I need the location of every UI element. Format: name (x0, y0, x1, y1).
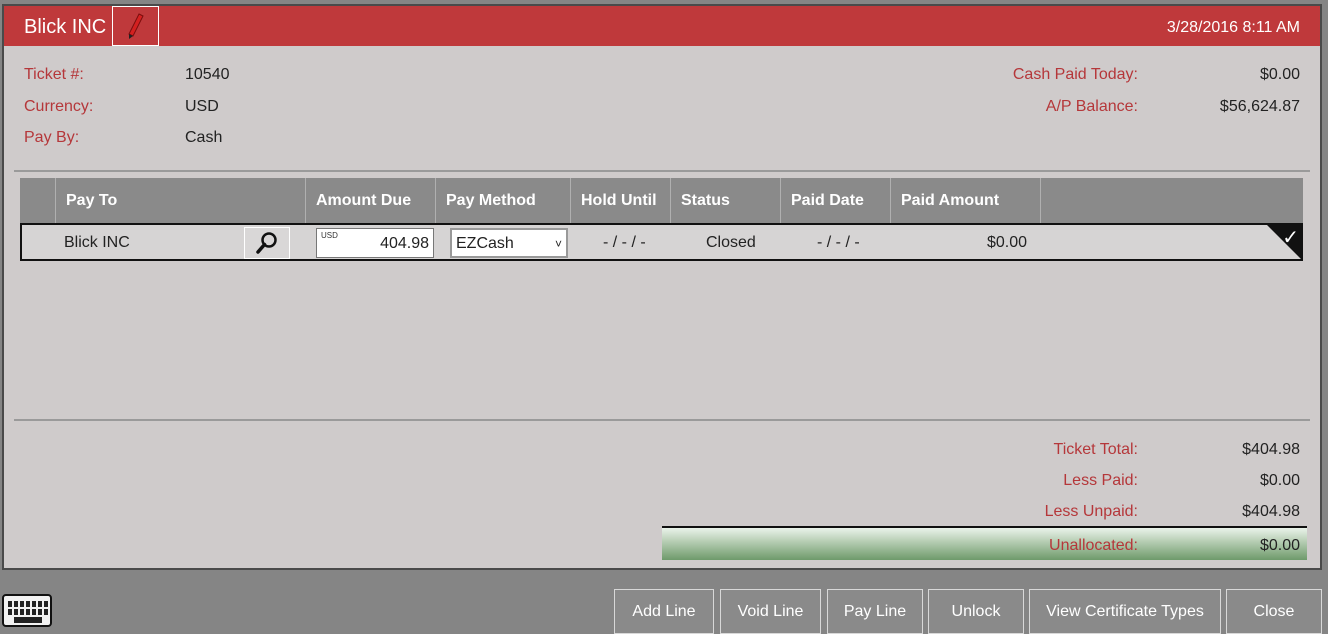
currency-label: Currency: (24, 98, 94, 115)
cash-paid-label: Cash Paid Today: (1012, 66, 1138, 83)
ticket-label: Ticket #: (24, 66, 84, 83)
ap-balance-label: A/P Balance: (1045, 98, 1138, 115)
datetime: 3/28/2016 8:11 AM (1166, 19, 1300, 36)
view-certificate-types-button[interactable]: View Certificate Types (1029, 589, 1221, 634)
payment-grid: Pay To Amount Due Pay Method Hold Until … (20, 178, 1303, 261)
ticket-total-value: $404.98 (1242, 441, 1300, 458)
grid-header: Pay To Amount Due Pay Method Hold Until … (20, 178, 1303, 223)
pencil-icon (127, 13, 144, 39)
check-icon: ✓ (1282, 227, 1299, 249)
less-unpaid-value: $404.98 (1242, 503, 1300, 520)
col-status[interactable]: Status (671, 178, 781, 223)
ticket-value: 10540 (185, 66, 230, 83)
table-row[interactable]: Blick INC USD 404.98 EZCash ˅ - / - / - … (20, 223, 1303, 261)
pay-method-value: EZCash (456, 235, 514, 252)
payby-label: Pay By: (24, 129, 80, 146)
grid-header-selector (20, 178, 56, 223)
col-pay-to[interactable]: Pay To (56, 178, 306, 223)
col-paid-amount[interactable]: Paid Amount (891, 178, 1041, 223)
col-pay-method[interactable]: Pay Method (436, 178, 571, 223)
pay-method-select[interactable]: EZCash ˅ (450, 228, 568, 258)
row-status: Closed (706, 234, 756, 251)
unlock-button[interactable]: Unlock (928, 589, 1024, 634)
cash-paid-value: $0.00 (1259, 66, 1300, 83)
vendor-title: Blick INC (24, 16, 107, 38)
search-icon (256, 232, 277, 254)
void-line-button[interactable]: Void Line (720, 589, 821, 634)
chevron-down-icon: ˅ (554, 237, 562, 251)
payby-value: Cash (185, 129, 223, 146)
ticket-total-label: Ticket Total: (1053, 441, 1138, 458)
keyboard-icon[interactable] (2, 594, 52, 627)
unallocated-label: Unallocated: (1049, 537, 1138, 554)
less-unpaid-label: Less Unpaid: (1044, 503, 1138, 520)
pay-line-button[interactable]: Pay Line (827, 589, 923, 634)
unallocated-bar (662, 526, 1307, 560)
ap-balance-value: $56,624.87 (1219, 98, 1300, 115)
col-amount-due[interactable]: Amount Due (306, 178, 436, 223)
row-paid-amount: $0.00 (987, 234, 1028, 251)
keyboard-keys (8, 601, 48, 623)
amount-currency: USD (321, 231, 338, 240)
divider (14, 170, 1310, 172)
row-paid-date: - / - / - (817, 234, 860, 251)
col-hold-until[interactable]: Hold Until (571, 178, 671, 223)
divider (14, 419, 1310, 421)
currency-value: USD (185, 98, 219, 115)
row-hold-until: - / - / - (603, 234, 646, 251)
row-pay-to: Blick INC (64, 234, 130, 251)
less-paid-label: Less Paid: (1063, 472, 1138, 489)
amount-due-value: 404.98 (380, 235, 429, 252)
edit-button[interactable] (112, 6, 159, 46)
payment-dialog: Blick INC 3/28/2016 8:11 AM Ticket #: 10… (2, 4, 1322, 570)
search-button[interactable] (244, 227, 290, 259)
close-button[interactable]: Close (1226, 589, 1322, 634)
less-paid-value: $0.00 (1259, 472, 1300, 489)
amount-due-input[interactable]: USD 404.98 (316, 228, 434, 258)
add-line-button[interactable]: Add Line (614, 589, 714, 634)
title-bar: Blick INC 3/28/2016 8:11 AM (4, 6, 1320, 46)
unallocated-value: $0.00 (1259, 537, 1300, 554)
col-paid-date[interactable]: Paid Date (781, 178, 891, 223)
